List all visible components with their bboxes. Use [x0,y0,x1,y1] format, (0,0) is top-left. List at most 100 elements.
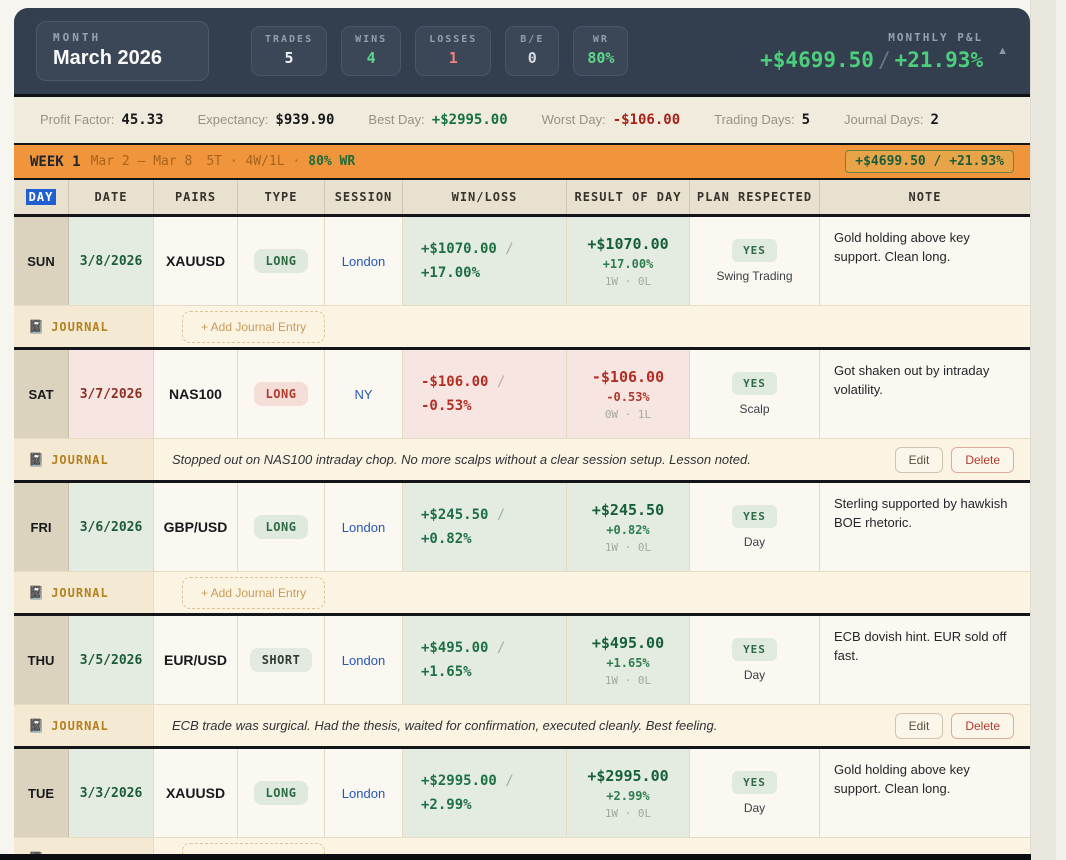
winloss-cell: -$106.00 / -0.53% [403,350,567,438]
breakeven-chip: B/E 0 [505,26,559,76]
month-selector[interactable]: MONTH March 2026 [36,21,209,81]
month-widget: MONTH March 2026 TRADES 5 WINS 4 LOSSES … [14,8,1030,860]
scrollbar[interactable] [1056,0,1066,860]
trade-row: TUE 3/3/2026 XAUUSD LONG London +$2995.0… [14,749,1030,837]
journal-row: 📓 JOURNAL ECB trade was surgical. Had th… [14,704,1030,746]
type-badge: LONG [254,382,309,406]
pnl-separator: / [874,48,895,72]
strategy-label: Scalp [739,402,769,416]
note-cell: ECB dovish hint. EUR sold off fast. [820,616,1030,704]
day-cell: SAT [14,350,69,438]
strategy-label: Day [744,535,765,549]
day-group-sat: SAT 3/7/2026 NAS100 LONG NY -$106.00 / -… [14,350,1030,483]
trading-journal-page: MONTH March 2026 TRADES 5 WINS 4 LOSSES … [0,0,1066,860]
session-cell: London [325,217,403,305]
week-meta: 5T · 4W/1L · [206,154,300,169]
summary-stats-bar: Profit Factor: 45.33 Expectancy: $939.90… [14,97,1030,145]
type-cell: LONG [238,749,325,837]
best-day-stat: Best Day: +$2995.00 [368,112,507,128]
worst-day-stat: Worst Day: -$106.00 [542,112,681,128]
worst-day-value: -$106.00 [613,112,680,128]
winrate-chip: WR 80% [573,26,628,76]
expectancy-value: $939.90 [275,112,334,128]
edit-button[interactable]: Edit [895,447,944,473]
delete-button[interactable]: Delete [951,447,1014,473]
monthly-pnl-label: MONTHLY P&L [760,31,983,44]
col-header-plan: PLAN RESPECTED [690,180,820,214]
day-cell: TUE [14,749,69,837]
trading-days-label: Trading Days: [714,112,794,127]
expectancy-label: Expectancy: [198,112,269,127]
losses-label: LOSSES [429,34,477,45]
winloss-cell: +$495.00 / +1.65% [403,616,567,704]
type-badge: LONG [254,781,309,805]
pair-cell: XAUUSD [154,217,238,305]
type-badge: LONG [254,249,309,273]
plan-badge: YES [732,505,777,528]
winloss-cell: +$245.50 / +0.82% [403,483,567,571]
col-header-type: TYPE [238,180,325,214]
plan-badge: YES [732,239,777,262]
edit-button[interactable]: Edit [895,713,944,739]
journal-label: JOURNAL [51,320,109,334]
week-pnl-chip: +$4699.50 / +21.93% [845,150,1014,173]
winloss-cell: +$2995.00 / +2.99% [403,749,567,837]
week-winrate: 80% WR [308,154,355,169]
result-cell: +$2995.00 +2.99% 1W · 0L [567,749,690,837]
monthly-pnl-percent: +21.93% [895,48,984,72]
pair-cell: XAUUSD [154,749,238,837]
stat-chips: TRADES 5 WINS 4 LOSSES 1 B/E 0 WR 80% [251,26,628,76]
journal-label: JOURNAL [51,586,109,600]
result-cell: +$1070.00 +17.00% 1W · 0L [567,217,690,305]
col-header-result: RESULT OF DAY [567,180,690,214]
session-cell: London [325,616,403,704]
journal-content: + Add Journal Entry [154,572,1030,613]
date-cell: 3/7/2026 [69,350,154,438]
trading-days-stat: Trading Days: 5 [714,112,810,128]
week-title: WEEK 1 [30,154,81,170]
day-group-tue: TUE 3/3/2026 XAUUSD LONG London +$2995.0… [14,749,1030,860]
day-group-fri: FRI 3/6/2026 GBP/USD LONG London +$245.5… [14,483,1030,616]
monthly-pnl-amount: +$4699.50 [760,48,874,72]
trading-days-value: 5 [802,112,810,128]
winrate-value: 80% [587,49,614,67]
day-cell: FRI [14,483,69,571]
expectancy-stat: Expectancy: $939.90 [198,112,335,128]
trade-row: THU 3/5/2026 EUR/USD SHORT London +$495.… [14,616,1030,704]
best-day-label: Best Day: [368,112,424,127]
journal-entry-text: Stopped out on NAS100 intraday chop. No … [168,452,887,467]
delete-button[interactable]: Delete [951,713,1014,739]
plan-badge: YES [732,638,777,661]
add-journal-entry-button[interactable]: + Add Journal Entry [182,311,325,343]
journal-label: JOURNAL [51,453,109,467]
journal-days-value: 2 [931,112,939,128]
result-cell: +$245.50 +0.82% 1W · 0L [567,483,690,571]
type-cell: LONG [238,217,325,305]
col-header-day: DAY [14,180,69,214]
monthly-pnl-block: MONTHLY P&L +$4699.50/+21.93% ▲ [760,31,1008,72]
collapse-triangle-icon[interactable]: ▲ [997,45,1008,57]
journal-content: + Add Journal Entry [154,306,1030,347]
pair-cell: NAS100 [154,350,238,438]
wins-chip: WINS 4 [341,26,401,76]
note-cell: Sterling supported by hawkish BOE rhetor… [820,483,1030,571]
trade-row: FRI 3/6/2026 GBP/USD LONG London +$245.5… [14,483,1030,571]
day-group-sun: SUN 3/8/2026 XAUUSD LONG London +$1070.0… [14,217,1030,350]
col-header-winloss: WIN/LOSS [403,180,567,214]
monthly-pnl-value: +$4699.50/+21.93% [760,48,983,72]
note-cell: Gold holding above key support. Clean lo… [820,749,1030,837]
profit-factor-stat: Profit Factor: 45.33 [40,112,164,128]
day-cell: SUN [14,217,69,305]
week-header-bar[interactable]: WEEK 1 Mar 2 – Mar 8 5T · 4W/1L · 80% WR… [14,145,1030,180]
add-journal-entry-button[interactable]: + Add Journal Entry [182,577,325,609]
journal-label-cell: 📓 JOURNAL [14,439,154,480]
breakeven-label: B/E [519,34,545,45]
type-cell: SHORT [238,616,325,704]
trade-row: SAT 3/7/2026 NAS100 LONG NY -$106.00 / -… [14,350,1030,438]
profit-factor-value: 45.33 [121,112,163,128]
session-cell: London [325,483,403,571]
col-header-session: SESSION [325,180,403,214]
strategy-label: Day [744,668,765,682]
table-header-row: DAY DATE PAIRS TYPE SESSION WIN/LOSS RES… [14,180,1030,217]
month-value: March 2026 [53,47,162,70]
